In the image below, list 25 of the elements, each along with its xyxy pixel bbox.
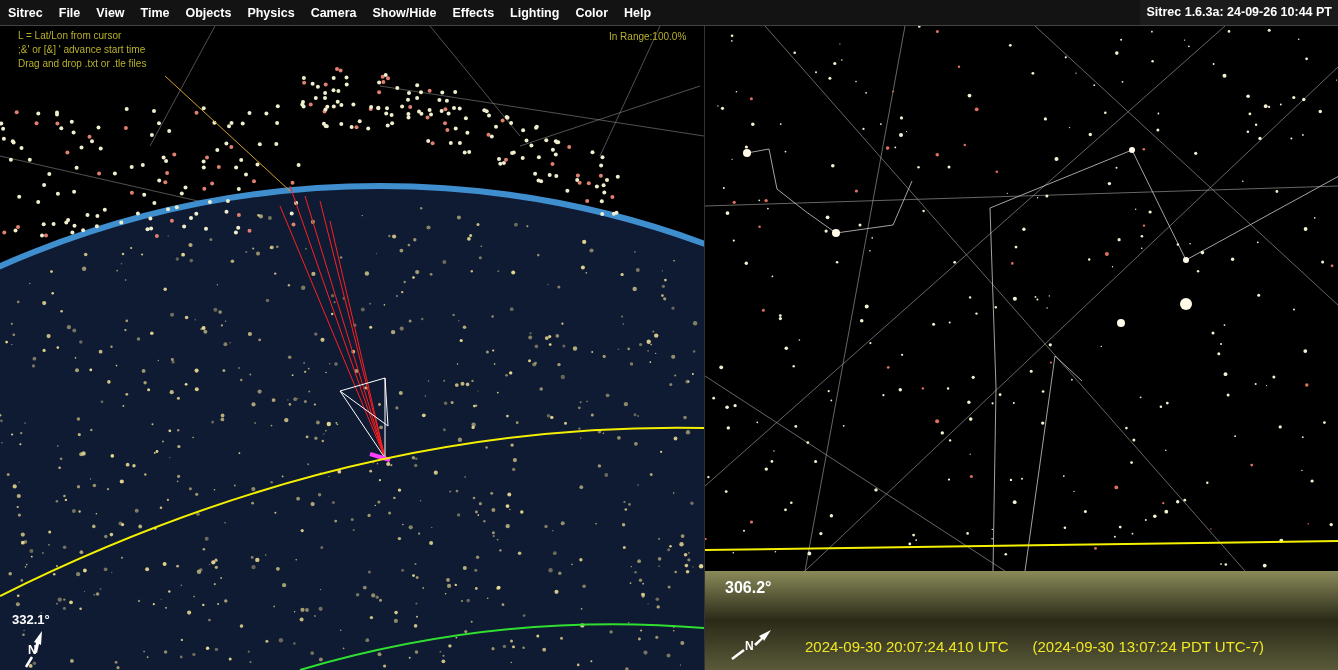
menu-item[interactable]: Color (567, 0, 617, 25)
utc-time-label: 2024-09-30 20:07:24.410 UTC (805, 637, 1009, 657)
version-label: Sitrec 1.6.3a: 24-09-26 10:44 PT (1140, 0, 1338, 25)
menu-item[interactable]: Help (616, 0, 660, 25)
menu-item[interactable]: View (88, 0, 133, 25)
compass-arrow-icon (731, 630, 771, 660)
heading-label: 306.2° (725, 578, 772, 598)
compass-north-label: N (745, 640, 754, 652)
menu-item[interactable]: Sitrec (0, 0, 51, 25)
compass-arrow-icon (24, 630, 44, 668)
menu-item[interactable]: File (50, 0, 89, 25)
heading-label: 332.1° (12, 611, 50, 629)
menu-item[interactable]: Lighting (502, 0, 568, 25)
menu-item[interactable]: Camera (302, 0, 365, 25)
help-line: L = Lat/Lon from cursor (18, 29, 123, 43)
menu-item[interactable]: Objects (177, 0, 240, 25)
menu-item[interactable]: Time (132, 0, 178, 25)
menu-item[interactable]: Physics (239, 0, 303, 25)
camera-marker (369, 452, 391, 462)
help-line: Drag and drop .txt or .tle files (18, 57, 147, 71)
menu-item[interactable]: Show/Hide (364, 0, 445, 25)
help-line: ;&' or [&] ' advance start time (18, 43, 147, 57)
local-time-label: (2024-09-30 13:07:24 PDT UTC-7) (1032, 637, 1264, 657)
range-label: In Range:100.0% (609, 30, 687, 44)
menu-item[interactable]: Effects (444, 0, 503, 25)
